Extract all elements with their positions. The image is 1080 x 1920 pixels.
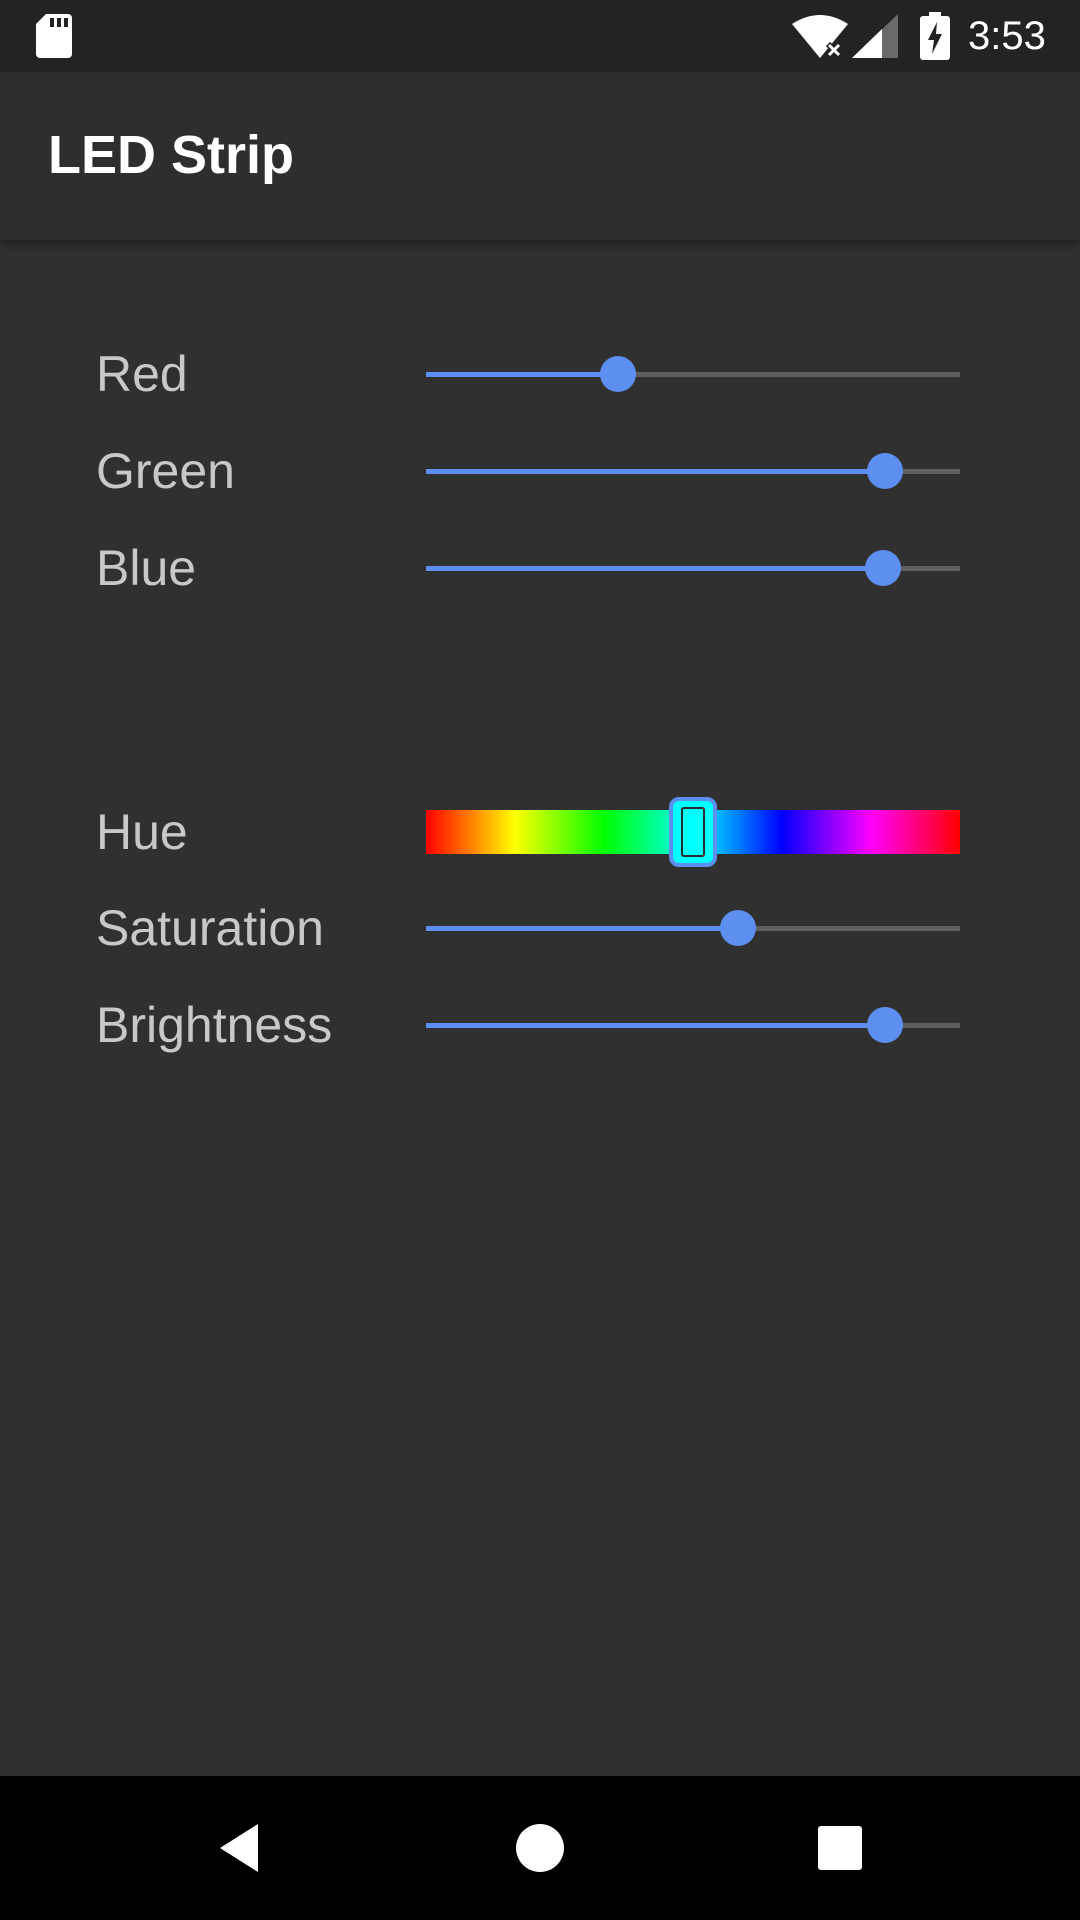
red-slider[interactable] (426, 334, 960, 414)
wifi-icon (792, 15, 848, 58)
saturation-label: Saturation (96, 900, 324, 956)
saturation-slider-row: Saturation (0, 888, 1080, 968)
hue-slider-row: Hue (0, 792, 1080, 872)
recents-icon[interactable] (810, 1818, 870, 1878)
blue-label: Blue (96, 540, 197, 596)
sd-card-icon (36, 14, 72, 58)
back-icon[interactable] (210, 1818, 270, 1878)
slider-fill (426, 469, 886, 474)
slider-fill (426, 926, 739, 931)
red-slider-row: Red (0, 334, 1080, 414)
green-label: Green (96, 443, 235, 499)
slider-thumb[interactable] (867, 1007, 904, 1043)
app-bar: LED Strip (0, 72, 1080, 240)
slider-thumb[interactable] (864, 550, 901, 586)
green-slider[interactable] (426, 431, 960, 511)
status-bar: 3:53 (0, 0, 1080, 72)
slider-thumb[interactable] (720, 910, 757, 946)
page-title: LED Strip (48, 125, 295, 185)
navigation-bar (0, 1776, 1080, 1920)
slider-fill (426, 1023, 886, 1028)
hue-thumb-inner (681, 807, 705, 857)
green-slider-row: Green (0, 431, 1080, 511)
red-label: Red (96, 346, 188, 402)
status-time: 3:53 (968, 14, 1046, 58)
hue-slider[interactable] (426, 792, 960, 872)
saturation-slider[interactable] (426, 888, 960, 968)
blue-slider[interactable] (426, 528, 960, 608)
brightness-slider-row: Brightness (0, 985, 1080, 1065)
slider-thumb[interactable] (600, 356, 637, 392)
home-icon[interactable] (510, 1818, 570, 1878)
blue-slider-row: Blue (0, 528, 1080, 608)
slider-fill (426, 372, 619, 377)
brightness-slider[interactable] (426, 985, 960, 1065)
slider-thumb[interactable] (867, 453, 904, 489)
brightness-label: Brightness (96, 997, 333, 1053)
signal-icon (852, 14, 898, 58)
slider-fill (426, 566, 883, 571)
hue-slider-thumb[interactable] (669, 797, 717, 867)
battery-charging-icon (920, 12, 950, 60)
hue-label: Hue (96, 804, 188, 860)
